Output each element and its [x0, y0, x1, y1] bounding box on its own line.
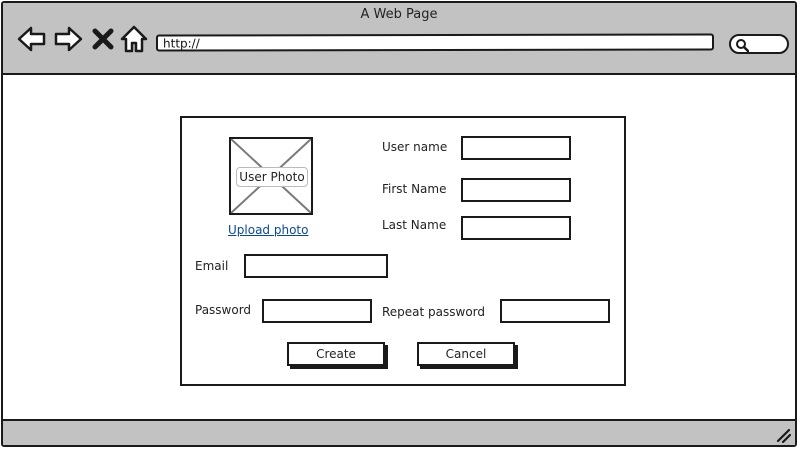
browser-status-bar — [3, 419, 795, 445]
registration-form: User Photo Upload photo User name First … — [180, 116, 626, 386]
address-bar[interactable]: http:// — [155, 33, 715, 52]
username-input[interactable] — [461, 136, 571, 160]
url-text: http:// — [162, 36, 200, 51]
first-name-input[interactable] — [461, 178, 571, 202]
window-title: A Web Page — [360, 7, 438, 22]
last-name-label: Last Name — [382, 218, 447, 232]
password-label: Password — [195, 303, 252, 317]
browser-toolbar: A Web Page http:// — [3, 3, 795, 75]
forward-arrow-icon[interactable] — [53, 24, 83, 54]
cancel-button[interactable]: Cancel — [417, 342, 515, 366]
upload-photo-link[interactable]: Upload photo — [228, 223, 308, 237]
email-label: Email — [195, 259, 229, 273]
create-button[interactable]: Create — [287, 342, 385, 366]
repeat-password-input[interactable] — [500, 299, 610, 323]
back-arrow-icon[interactable] — [17, 24, 47, 54]
user-photo-placeholder: User Photo — [229, 137, 313, 215]
repeat-password-label: Repeat password — [382, 305, 486, 319]
close-x-icon[interactable] — [91, 24, 115, 54]
username-label: User name — [382, 140, 448, 154]
first-name-label: First Name — [382, 182, 447, 196]
browser-window: A Web Page http:// User Photo Upload pho… — [1, 1, 797, 447]
last-name-input[interactable] — [461, 216, 571, 240]
search-icon — [736, 39, 749, 52]
home-icon[interactable] — [119, 24, 149, 54]
password-input[interactable] — [262, 299, 372, 323]
search-button[interactable] — [729, 34, 789, 54]
resize-grip-icon[interactable] — [775, 427, 791, 443]
user-photo-label: User Photo — [236, 167, 308, 187]
email-input[interactable] — [244, 254, 388, 278]
